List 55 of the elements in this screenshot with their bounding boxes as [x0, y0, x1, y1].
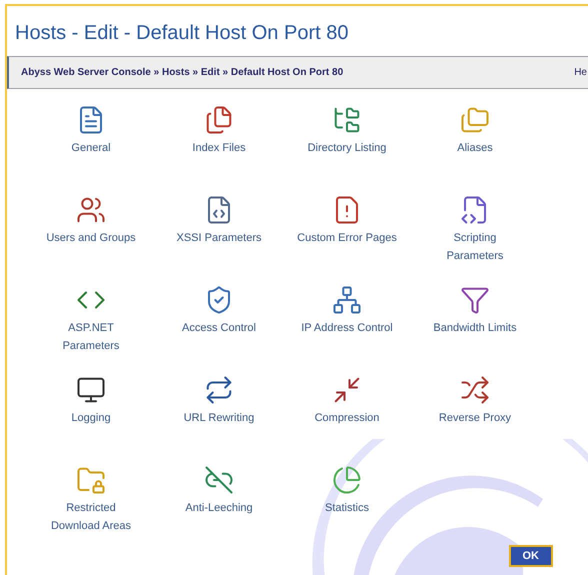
network-icon: [332, 285, 362, 315]
option-link[interactable]: Restricted Download Areas: [27, 465, 155, 555]
option-link[interactable]: Scripting Parameters: [411, 195, 539, 285]
folders-icon: [460, 105, 490, 135]
option-label: Statistics: [324, 501, 370, 516]
option-label: Compression: [314, 411, 380, 426]
option-label: Logging: [70, 411, 112, 426]
option-link[interactable]: Aliases: [411, 105, 539, 195]
option-link[interactable]: General: [27, 105, 155, 195]
option-link[interactable]: Directory Listing: [283, 105, 411, 195]
option-label: General: [70, 141, 112, 156]
option-link[interactable]: Index Files: [155, 105, 283, 195]
option-link[interactable]: Anti-Leeching: [155, 465, 283, 555]
option-link[interactable]: Reverse Proxy: [411, 375, 539, 465]
window-title: Hosts - Edit - Default Host On Port 80: [14, 21, 350, 46]
option-label: XSSI Parameters: [176, 231, 262, 246]
option-link[interactable]: Compression: [283, 375, 411, 465]
option-link[interactable]: Bandwidth Limits: [411, 285, 539, 375]
option-link[interactable]: XSSI Parameters: [155, 195, 283, 285]
funnel-icon: [460, 285, 490, 315]
files-icon: [204, 105, 234, 135]
option-label: Index Files: [191, 141, 247, 156]
users-icon: [76, 195, 106, 225]
option-label: IP Address Control: [300, 321, 394, 336]
option-link[interactable]: IP Address Control: [283, 285, 411, 375]
option-label: URL Rewriting: [182, 411, 256, 426]
shuffle-icon: [460, 375, 490, 405]
option-link[interactable]: Users and Groups: [27, 195, 155, 285]
option-label: Restricted Download Areas: [50, 501, 132, 534]
option-label: ASP.NET Parameters: [62, 321, 120, 354]
option-link[interactable]: ASP.NET Parameters: [27, 285, 155, 375]
folder-lock-icon: [76, 465, 106, 495]
monitor-icon: [76, 375, 106, 405]
help-link[interactable]: He: [574, 65, 587, 80]
option-link[interactable]: Access Control: [155, 285, 283, 375]
breadcrumb-path: Abyss Web Server Console » Hosts » Edit » Default Host On Port 80: [21, 66, 344, 80]
broken-link-icon: [204, 465, 234, 495]
pie-chart-icon: [332, 465, 362, 495]
option-label: Bandwidth Limits: [432, 321, 518, 336]
option-link[interactable]: Logging: [27, 375, 155, 465]
option-label: Aliases: [456, 141, 494, 156]
option-link[interactable]: URL Rewriting: [155, 375, 283, 465]
option-label: Directory Listing: [306, 141, 388, 156]
option-label: Anti-Leeching: [184, 501, 254, 516]
option-label: Users and Groups: [45, 231, 137, 246]
compress-icon: [332, 375, 362, 405]
option-link[interactable]: Custom Error Pages: [283, 195, 411, 285]
option-link[interactable]: Statistics: [283, 465, 411, 555]
option-label: Access Control: [181, 321, 257, 336]
option-label: Scripting Parameters: [446, 231, 504, 264]
folder-tree-icon: [332, 105, 362, 135]
option-label: Reverse Proxy: [438, 411, 512, 426]
ok-button[interactable]: OK: [508, 545, 553, 567]
repeat-icon: [204, 375, 234, 405]
option-label: Custom Error Pages: [297, 231, 397, 246]
